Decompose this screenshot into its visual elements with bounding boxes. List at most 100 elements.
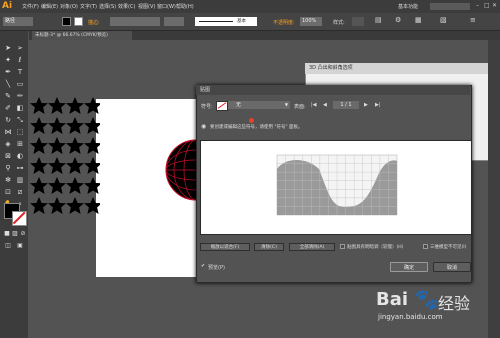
star-shape	[30, 117, 48, 134]
blob-brush-tool-icon[interactable]: ✐	[3, 103, 13, 113]
menu-effect[interactable]: 效果(C)	[118, 3, 135, 10]
surface-label: 表面:	[294, 104, 306, 110]
opacity-field[interactable]: 100%	[300, 17, 322, 26]
shade-artwork-label: 贴图具有明暗调（较慢）(H)	[347, 245, 404, 250]
stroke-color-box[interactable]	[12, 211, 27, 226]
star-pattern	[30, 97, 100, 214]
3d-options-title[interactable]: 3D 凸出和斜角选项	[305, 63, 500, 74]
opacity-label[interactable]: 不透明度:	[273, 19, 295, 26]
search-field[interactable]	[430, 3, 470, 10]
rotate-tool-icon[interactable]: ↻	[3, 115, 13, 125]
control-bar: 路径 描边: 基本 不透明度: 100% 样式: ▤ ⚙ ▦ ▧ ≡	[0, 13, 500, 31]
last-surface-icon[interactable]: ▶|	[375, 102, 381, 108]
stroke-label[interactable]: 描边:	[88, 19, 100, 26]
brush-definition-field[interactable]: 基本	[195, 17, 257, 26]
watermark-url: jingyan.baidu.com	[378, 313, 443, 321]
dialog-title[interactable]: 贴图	[196, 85, 470, 95]
stroke-weight-field[interactable]	[110, 17, 160, 26]
next-surface-icon[interactable]: ▶	[364, 102, 368, 108]
surface-field[interactable]: 1 / 1	[333, 101, 359, 109]
menu-file[interactable]: 文件(F)	[22, 3, 39, 10]
close-icon[interactable]: ✕	[492, 2, 497, 9]
line-tool-icon[interactable]: ╲	[3, 79, 13, 89]
type-tool-icon[interactable]: T	[15, 67, 25, 77]
star-shape	[66, 97, 84, 114]
menu-help[interactable]: 帮助(H)	[176, 3, 194, 10]
align-icon[interactable]: ▦	[415, 16, 422, 24]
width-tool-icon[interactable]: ⋈	[3, 127, 13, 137]
artboard-tool-icon[interactable]: ⊡	[3, 187, 13, 197]
variable-width-field[interactable]	[164, 17, 184, 26]
perspective-grid-tool-icon[interactable]: ⊞	[15, 139, 25, 149]
document-tab[interactable]: 未标题-3* @ 66.67% (CMYK/预览)	[32, 31, 132, 40]
star-shape	[30, 197, 48, 214]
blend-tool-icon[interactable]: ⊶	[15, 163, 25, 173]
shade-artwork-checkbox[interactable]	[340, 244, 345, 249]
symbol-dropdown-value: 无	[236, 102, 242, 108]
menu-view[interactable]: 视图(V)	[138, 3, 155, 10]
rectangle-tool-icon[interactable]: ▭	[15, 79, 25, 89]
arrange-icon[interactable]: ▧	[440, 16, 447, 24]
preview-checkmark-icon[interactable]: ✔	[201, 263, 205, 269]
menu-select[interactable]: 选择(S)	[99, 3, 116, 10]
paw-icon: 🐾	[414, 287, 439, 311]
document-setup-icon[interactable]: ▤	[375, 16, 382, 24]
direct-selection-tool-icon[interactable]: ➢	[15, 43, 25, 53]
menu-bar: Ai 文件(F) 编辑(E) 对象(O) 文字(T) 选择(S) 效果(C) 视…	[0, 0, 500, 13]
menu-edit[interactable]: 编辑(E)	[41, 3, 58, 10]
magic-wand-tool-icon[interactable]: ✦	[3, 55, 13, 65]
slice-tool-icon[interactable]: ⧄	[15, 187, 25, 197]
scale-tool-icon[interactable]: ⤡	[15, 115, 25, 125]
menu-type[interactable]: 文字(T)	[80, 3, 97, 10]
style-label: 样式:	[333, 20, 345, 26]
scale-to-fit-button[interactable]: 缩放以适合(F)	[200, 243, 250, 251]
workspace-switcher[interactable]: 基本功能	[398, 3, 418, 10]
minimize-icon[interactable]: –	[476, 2, 479, 9]
symbol-dropdown[interactable]: 无 ▼	[228, 101, 290, 109]
preferences-icon[interactable]: ⚙	[395, 16, 401, 24]
star-shape	[48, 177, 66, 194]
paintbrush-tool-icon[interactable]: ✎	[3, 91, 13, 101]
chevron-down-icon: ▼	[284, 102, 288, 107]
gradient-tool-icon[interactable]: ◐	[15, 151, 25, 161]
star-shape	[48, 157, 66, 174]
style-swatch[interactable]	[352, 17, 364, 26]
clear-all-button[interactable]: 全部清除(A)	[289, 243, 335, 251]
fill-swatch[interactable]	[62, 17, 71, 26]
draw-mode-icon[interactable]: ◫	[3, 241, 13, 251]
previous-surface-icon[interactable]: ◀	[323, 102, 327, 108]
column-graph-tool-icon[interactable]: ▥	[15, 175, 25, 185]
free-transform-tool-icon[interactable]: ⬚	[15, 127, 25, 137]
shape-builder-tool-icon[interactable]: ◈	[3, 139, 13, 149]
invisible-geometry-checkbox[interactable]	[423, 244, 428, 249]
star-shape	[30, 157, 48, 174]
cancel-button[interactable]: 取消	[433, 262, 471, 272]
star-shape	[48, 97, 66, 114]
clear-button[interactable]: 清除(C)	[254, 243, 284, 251]
eyedropper-tool-icon[interactable]: ⚲	[3, 163, 13, 173]
selection-tool-icon[interactable]: ➤	[3, 43, 13, 53]
none-mode-icon[interactable]: ⊘	[18, 229, 28, 239]
eraser-tool-icon[interactable]: ◧	[15, 103, 25, 113]
star-shape	[84, 177, 100, 194]
pencil-tool-icon[interactable]: ✏	[15, 91, 25, 101]
mesh-tool-icon[interactable]: ⊠	[3, 151, 13, 161]
symbol-sprayer-tool-icon[interactable]: ✻	[3, 175, 13, 185]
star-shape	[66, 157, 84, 174]
none-slash-icon	[12, 211, 26, 224]
none-symbol-icon	[217, 102, 227, 109]
3d-sphere-object	[165, 139, 200, 201]
stroke-swatch[interactable]	[74, 17, 83, 26]
invisible-geometry-label: 三维模型不可见(I)	[430, 245, 467, 250]
maximize-icon[interactable]: □	[484, 2, 490, 9]
menu-object[interactable]: 对象(O)	[60, 3, 78, 10]
lasso-tool-icon[interactable]: ℓ	[15, 55, 25, 65]
pen-tool-icon[interactable]: ✒	[3, 67, 13, 77]
screen-mode-icon[interactable]: ▣	[15, 241, 25, 251]
first-surface-icon[interactable]: |◀	[311, 102, 317, 108]
ok-button[interactable]: 确定	[390, 262, 428, 272]
panel-menu-icon[interactable]: ≡	[470, 16, 476, 24]
app-logo: Ai	[2, 1, 13, 11]
menu-window[interactable]: 窗口(W)	[157, 3, 176, 10]
star-shape	[66, 197, 84, 214]
